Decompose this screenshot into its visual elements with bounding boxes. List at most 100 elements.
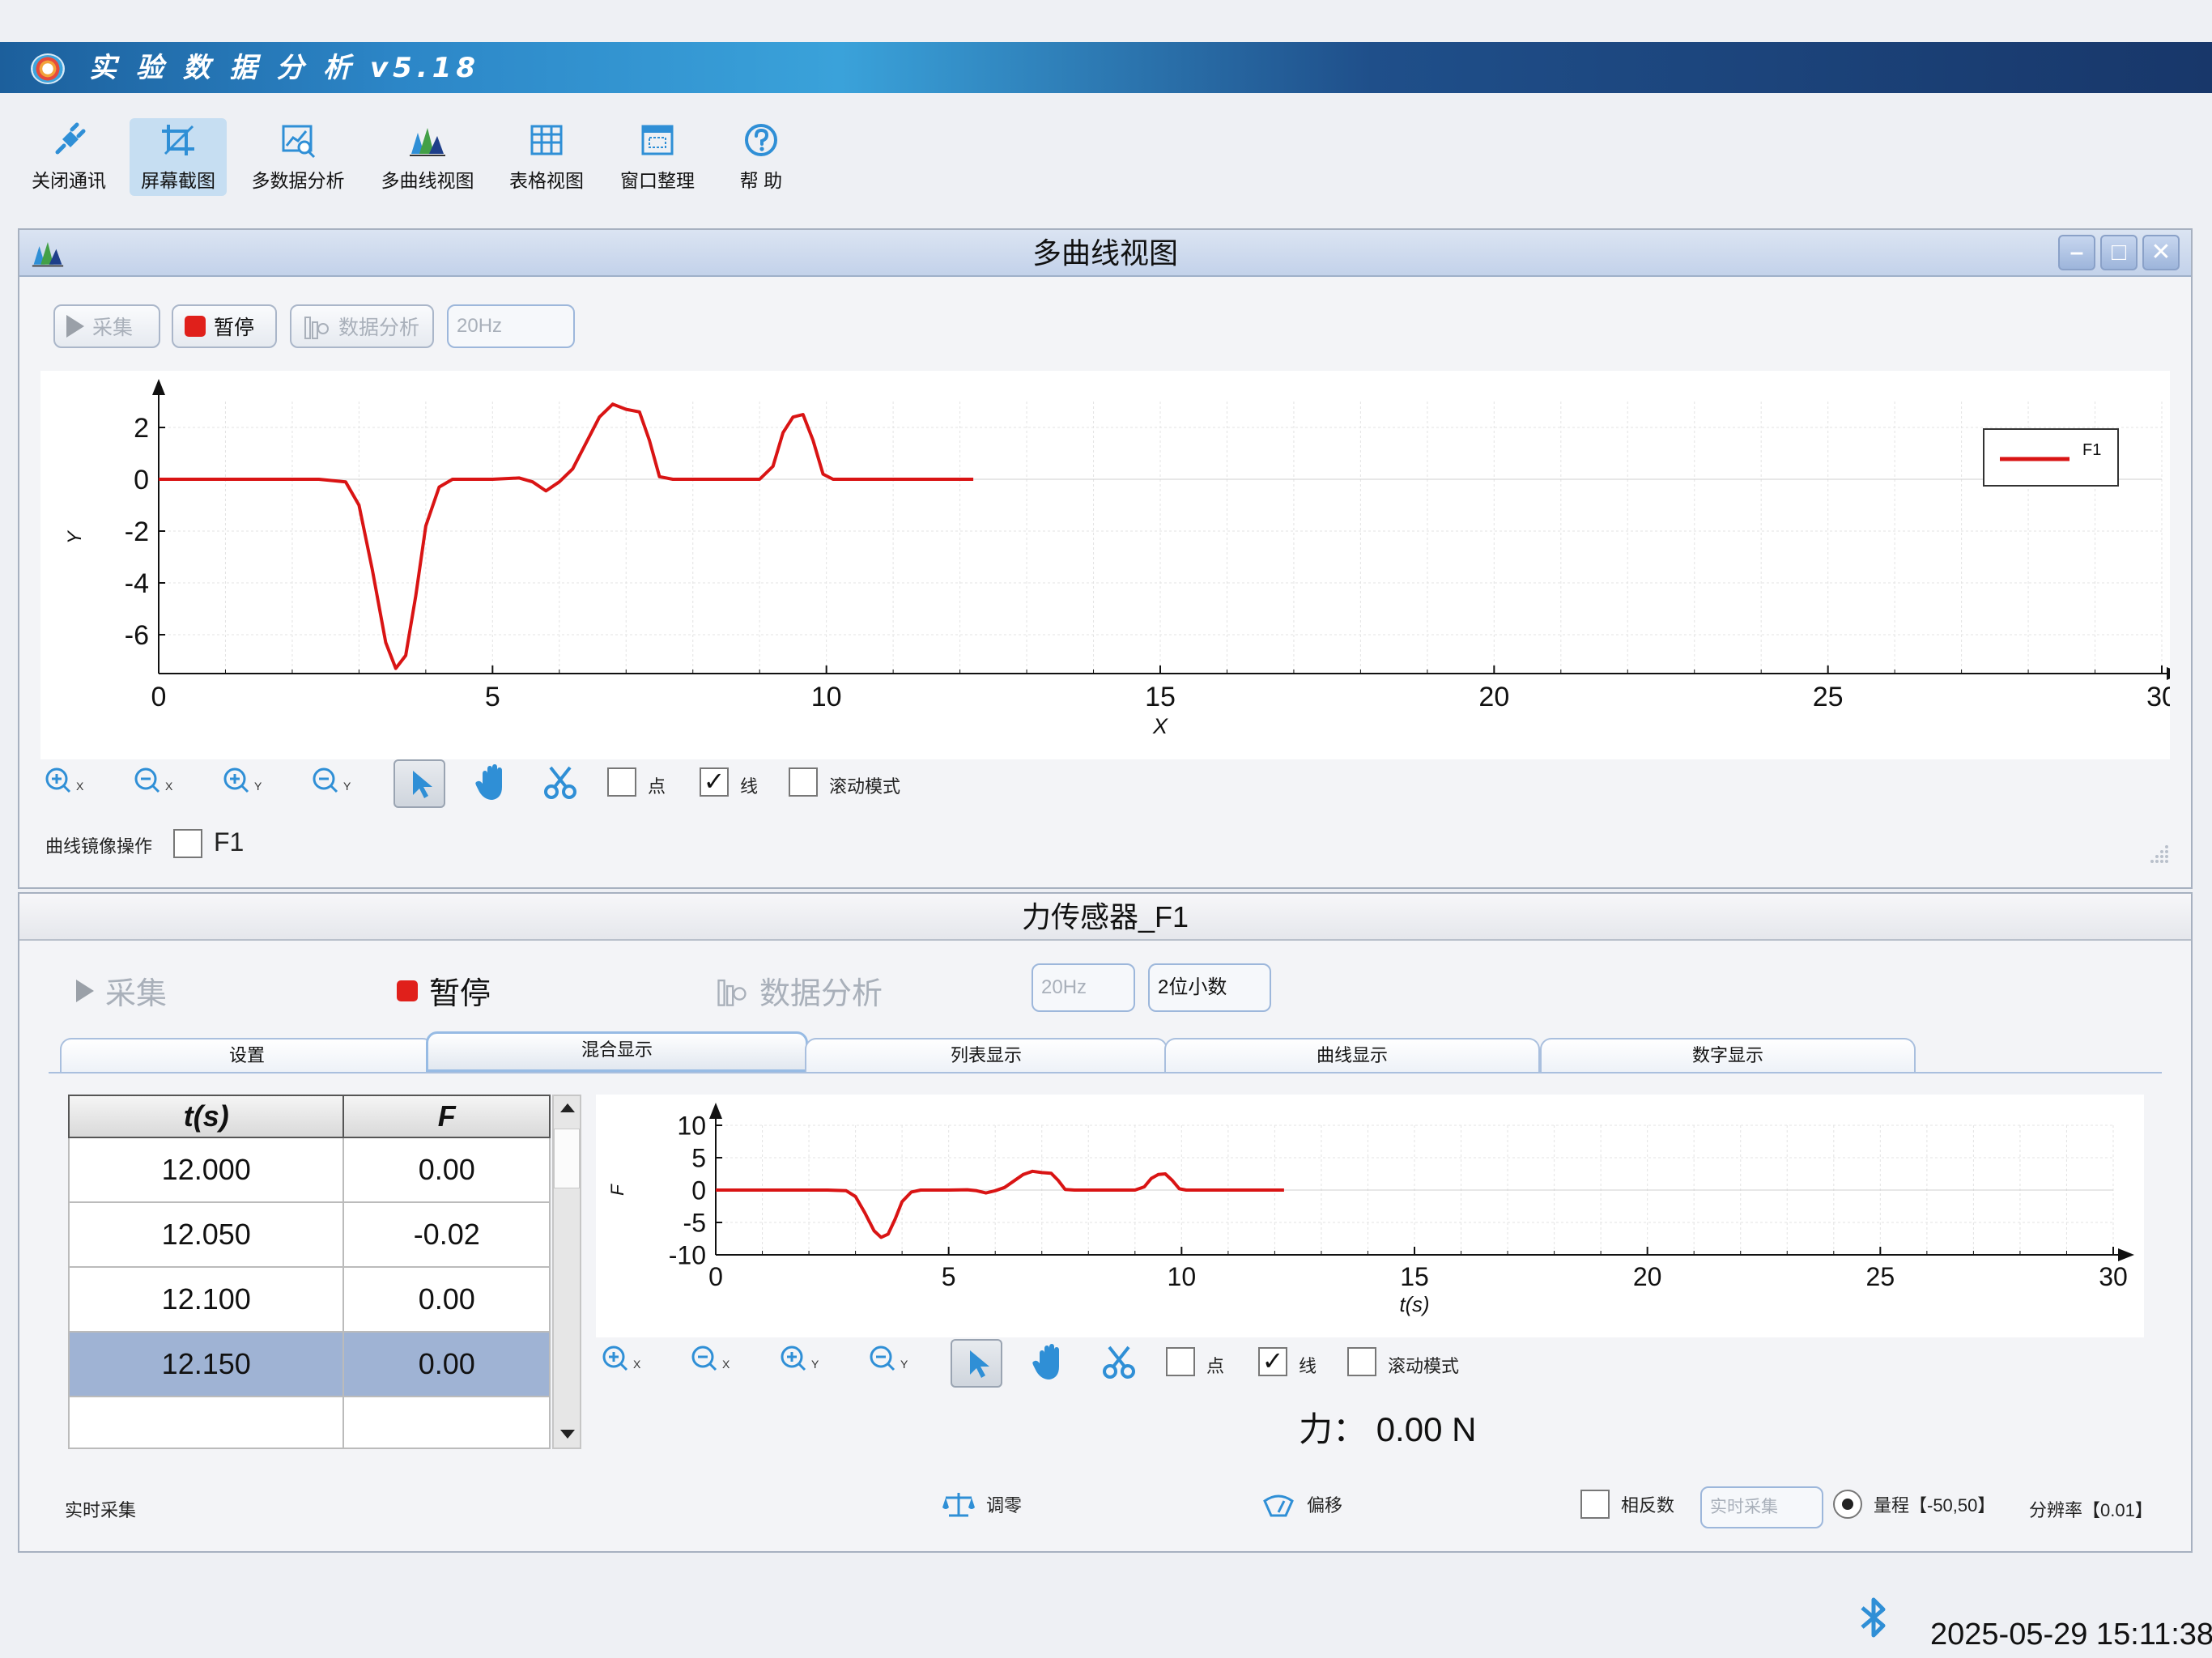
cell-force: 0.00: [342, 1137, 551, 1203]
x-tick-label: 20: [1478, 682, 1509, 712]
crop-icon: [162, 125, 194, 155]
y-tick-label: 10: [677, 1112, 706, 1141]
scroll-mode-label: 滚动模式: [829, 776, 901, 797]
sensor-analysis-button[interactable]: 数据分析: [716, 968, 883, 1013]
tab-curve-display[interactable]: 曲线显示: [1164, 1038, 1540, 1072]
sensor-chart[interactable]: 0 5 10 15 20 25 301050-5-10t(s)F: [596, 1095, 2144, 1337]
stop-icon: [397, 980, 418, 1001]
select-tool-button[interactable]: [951, 1339, 1002, 1388]
x-tick-label: 10: [1168, 1262, 1197, 1291]
axis-y-tag: Y: [900, 1358, 908, 1371]
y-axis-arrow: [152, 379, 165, 395]
y-tick-label: 0: [691, 1176, 706, 1205]
scissors-icon[interactable]: [1101, 1344, 1137, 1381]
multi-curve-view-button[interactable]: 多曲线视图: [372, 118, 483, 196]
scroll-mode-checkbox[interactable]: [789, 767, 818, 797]
resize-grip-icon[interactable]: [2147, 842, 2172, 866]
x-tick-label: 5: [485, 682, 500, 712]
show-lines-checkbox[interactable]: ✓: [700, 767, 729, 797]
datetime: 2025-05-29 15:11:38: [1930, 1618, 2212, 1652]
tab-list-display[interactable]: 列表显示: [805, 1038, 1168, 1072]
maximize-button[interactable]: □: [2100, 235, 2138, 270]
play-icon: [76, 979, 94, 1002]
offset-button[interactable]: 偏移: [1261, 1490, 1342, 1519]
help-button[interactable]: 帮 助: [729, 118, 793, 196]
zoom-in-x-icon[interactable]: X: [601, 1344, 641, 1376]
scroll-down-icon[interactable]: [559, 1428, 576, 1441]
force-readout: 力： 0.00 N: [1299, 1402, 1476, 1452]
axis-y-tag: Y: [254, 780, 262, 793]
table-row[interactable]: 12.000 0.00: [67, 1137, 551, 1203]
x-tick-label: 20: [1633, 1262, 1662, 1291]
collect-button[interactable]: 采集: [53, 304, 160, 348]
data-analysis-button[interactable]: 数据分析: [290, 304, 434, 348]
y-axis-title: Y: [64, 529, 86, 544]
close-comm-button[interactable]: 关闭通讯: [21, 118, 117, 196]
app-titlebar: 实 验 数 据 分 析 v5.18: [0, 42, 2212, 93]
axis-x-tag: X: [76, 780, 84, 793]
scrollbar-thumb[interactable]: [554, 1129, 580, 1188]
decimals-select[interactable]: 2位小数: [1148, 963, 1271, 1012]
multi-data-analysis-button[interactable]: 多数据分析: [243, 118, 353, 196]
table-row-selected[interactable]: 12.150 0.00: [67, 1331, 551, 1397]
window-arrange-button[interactable]: 窗口整理: [612, 118, 703, 196]
x-tick-label: 10: [811, 682, 842, 712]
show-lines-checkbox[interactable]: ✓: [1258, 1347, 1287, 1376]
tab-digital-display[interactable]: 数字显示: [1540, 1038, 1916, 1072]
sensor-frequency-field[interactable]: 20Hz: [1032, 963, 1135, 1012]
sensor-pause-button[interactable]: 暂停: [397, 968, 491, 1013]
tabs-divider: [49, 1072, 2162, 1073]
zoom-in-y-icon[interactable]: Y: [222, 766, 262, 798]
frequency-field[interactable]: 20Hz: [447, 304, 575, 348]
scissors-icon[interactable]: [542, 764, 578, 801]
stop-icon: [185, 316, 206, 337]
force-sensor-panel: 力传感器_F1 采集 暂停 数据分析 20Hz 2位小数 设置 混合显示 列表显…: [18, 892, 2193, 1553]
cell-time: 12.050: [67, 1201, 345, 1268]
close-button[interactable]: ✕: [2142, 235, 2180, 270]
panel-title: 力传感器_F1: [1021, 900, 1189, 933]
help-icon: [745, 124, 777, 156]
scroll-mode-checkbox[interactable]: [1347, 1347, 1376, 1376]
analysis-icon: [717, 979, 747, 1006]
table-row[interactable]: 12.100 0.00: [67, 1266, 551, 1333]
range-radio[interactable]: [1833, 1490, 1862, 1519]
x-axis-arrow: [2118, 1248, 2134, 1261]
zoom-out-y-icon[interactable]: Y: [868, 1344, 908, 1376]
table-row[interactable]: 12.050 -0.02: [67, 1201, 551, 1268]
tab-mixed-display[interactable]: 混合显示: [426, 1031, 808, 1072]
collect-label: 采集: [92, 317, 134, 339]
toolbar-label: 屏幕截图: [141, 170, 215, 191]
select-tool-button[interactable]: [393, 759, 445, 808]
scroll-up-icon[interactable]: [559, 1101, 576, 1114]
bluetooth-icon: [1861, 1597, 1886, 1638]
pan-hand-icon[interactable]: [1030, 1342, 1069, 1383]
screenshot-button[interactable]: 屏幕截图: [130, 118, 227, 196]
toolbar-label: 多数据分析: [251, 170, 345, 191]
invert-toggle[interactable]: 相反数: [1580, 1490, 1674, 1519]
zoom-in-y-icon[interactable]: Y: [779, 1344, 819, 1376]
tab-settings[interactable]: 设置: [60, 1038, 434, 1072]
zoom-out-x-icon[interactable]: X: [690, 1344, 730, 1376]
mirror-f1-checkbox[interactable]: [173, 829, 202, 858]
zero-button[interactable]: 调零: [942, 1490, 1022, 1519]
plug-icon: [55, 122, 86, 155]
zoom-out-y-icon[interactable]: Y: [311, 766, 351, 798]
pan-hand-icon[interactable]: [473, 763, 512, 803]
show-points-label: 点: [1206, 1356, 1225, 1376]
show-points-checkbox[interactable]: [607, 767, 636, 797]
y-tick-label: 2: [134, 413, 149, 444]
range-option[interactable]: 量程【-50,50】: [1833, 1490, 1995, 1519]
zoom-out-x-icon[interactable]: X: [133, 766, 173, 798]
realtime-field[interactable]: 实时采集: [1700, 1486, 1823, 1528]
pause-button[interactable]: 暂停: [172, 304, 277, 348]
show-points-checkbox[interactable]: [1166, 1347, 1195, 1376]
zoom-in-x-icon[interactable]: X: [44, 766, 84, 798]
mirror-label: 曲线镜像操作: [45, 836, 153, 857]
analysis-label: 数据分析: [759, 977, 883, 1011]
minimize-button[interactable]: –: [2058, 235, 2095, 270]
y-tick-label: 5: [691, 1144, 706, 1173]
invert-checkbox[interactable]: [1580, 1490, 1610, 1519]
sensor-collect-button[interactable]: 采集: [76, 968, 167, 1013]
table-view-button[interactable]: 表格视图: [502, 118, 591, 196]
main-chart[interactable]: 0 5 10 15 20 25 3020-2-4-6XYF1: [40, 371, 2183, 759]
